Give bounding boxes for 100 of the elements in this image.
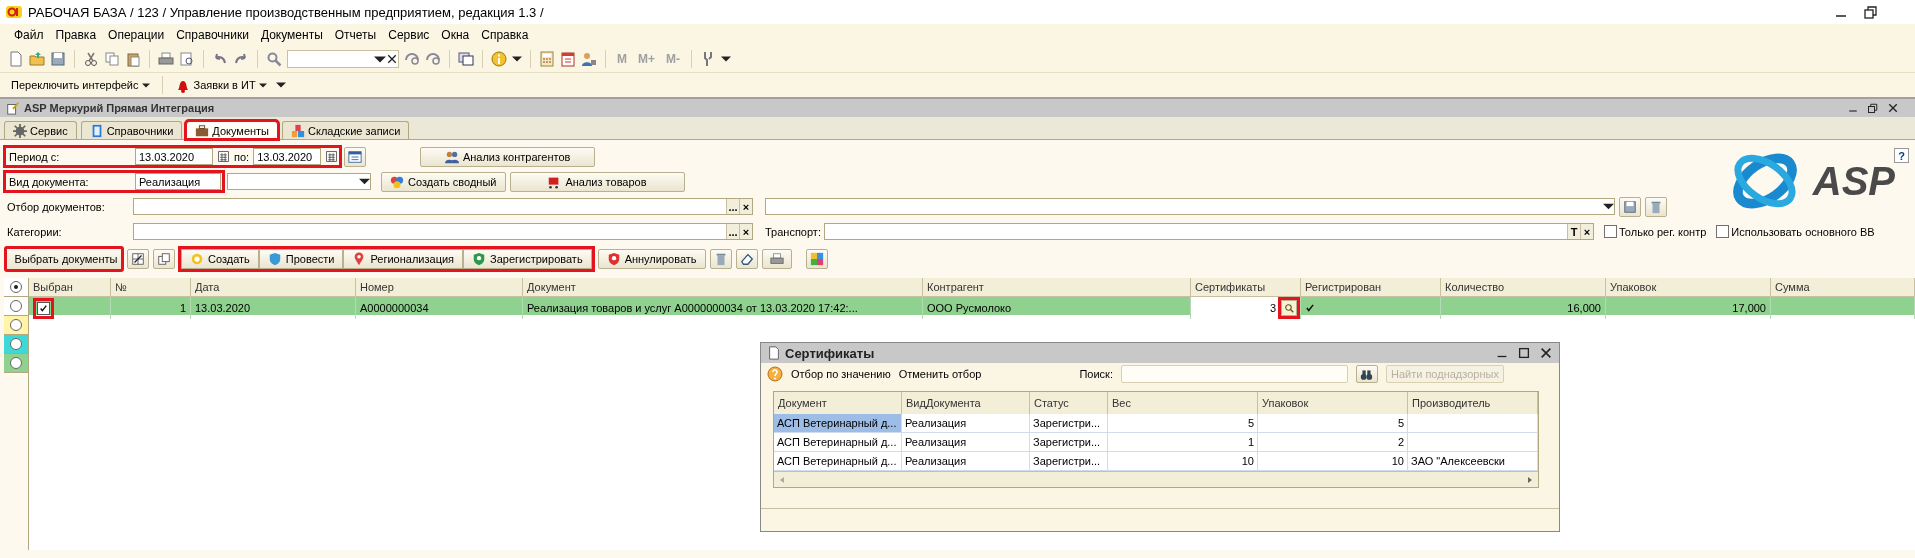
button[interactable]: Регионализация xyxy=(343,249,464,269)
column-header[interactable]: Статус xyxy=(1030,392,1108,414)
menu-item[interactable]: Правка xyxy=(55,28,97,42)
input-field[interactable]: ... × xyxy=(133,198,753,215)
toolbar-menu-button[interactable]: Заявки в ИТ xyxy=(171,77,270,93)
save-icon[interactable] xyxy=(50,51,66,67)
column-header[interactable]: Упаковок xyxy=(1258,392,1408,414)
toolbar-link[interactable]: Отбор по значению xyxy=(791,368,891,380)
toolbar-menu-button[interactable]: Переключить интерфейс xyxy=(8,79,153,91)
search-field[interactable] xyxy=(1120,365,1348,383)
close-icon[interactable] xyxy=(1887,102,1899,114)
checkbox[interactable] xyxy=(1604,225,1617,238)
calendar-icon[interactable] xyxy=(217,150,230,163)
column-header[interactable]: Номер xyxy=(356,278,523,296)
dropdown-caret-icon[interactable] xyxy=(374,55,386,63)
button[interactable]: Анализ товаров xyxy=(509,171,685,192)
column-header[interactable]: № xyxy=(111,278,191,296)
copy-icon[interactable] xyxy=(104,51,120,67)
menu-item[interactable]: Справочники xyxy=(176,28,249,42)
menu-item[interactable]: Файл xyxy=(14,28,44,42)
search-combobox[interactable] xyxy=(287,50,399,68)
color-filter[interactable] xyxy=(4,278,28,297)
column-header[interactable]: Количество xyxy=(1441,278,1606,296)
date-field[interactable]: 13.03.2020 xyxy=(253,148,322,165)
save-button[interactable] xyxy=(1619,196,1641,217)
toolbar-link[interactable]: Отменить отбор xyxy=(898,368,982,380)
caret-icon[interactable] xyxy=(512,56,522,62)
print-icon[interactable] xyxy=(158,51,174,67)
field-button[interactable]: T xyxy=(1567,224,1580,239)
cut-icon[interactable] xyxy=(83,51,99,67)
button[interactable]: Выбрать документы xyxy=(5,247,123,271)
tab[interactable]: Справочники xyxy=(80,121,183,139)
button[interactable]: Создать xyxy=(181,249,259,269)
close-icon[interactable] xyxy=(1539,346,1553,360)
column-header[interactable]: Контрагент xyxy=(923,278,1191,296)
horizontal-scrollbar[interactable] xyxy=(774,471,1538,487)
help-icon[interactable] xyxy=(767,366,783,382)
period-button[interactable] xyxy=(344,146,367,167)
restore-icon[interactable] xyxy=(1867,102,1879,114)
menu-item[interactable]: Сервис xyxy=(388,28,430,42)
paste-icon[interactable] xyxy=(125,51,141,67)
maximize-icon[interactable] xyxy=(1517,346,1531,360)
print-preview-icon[interactable] xyxy=(179,51,195,67)
column-header[interactable]: Выбран xyxy=(29,278,111,296)
windows-icon[interactable] xyxy=(458,51,474,67)
tab[interactable]: Складские записи xyxy=(282,121,410,139)
search-icon[interactable] xyxy=(266,51,282,67)
checkbox[interactable] xyxy=(1716,225,1730,238)
new-document-icon[interactable] xyxy=(8,51,24,67)
button[interactable]: Аннулировать xyxy=(597,249,706,269)
button[interactable]: Создать сводный xyxy=(381,171,506,192)
clear-button[interactable]: × xyxy=(739,199,752,214)
column-header[interactable]: Дата xyxy=(191,278,356,296)
users-icon[interactable] xyxy=(581,51,597,67)
clear-icon[interactable] xyxy=(386,53,398,65)
print-button[interactable] xyxy=(761,249,792,269)
info-icon[interactable] xyxy=(491,51,507,67)
tab[interactable]: Документы xyxy=(186,121,278,139)
menu-item[interactable]: Документы xyxy=(260,28,323,42)
date-field[interactable]: 13.03.2020 xyxy=(135,148,213,165)
column-header[interactable]: Упаковок xyxy=(1606,278,1771,296)
binoculars-button[interactable] xyxy=(1355,365,1378,383)
field-button[interactable]: ... xyxy=(726,199,739,214)
column-header[interactable]: Производитель xyxy=(1408,392,1538,414)
button[interactable]: Провести xyxy=(258,249,344,269)
menu-item[interactable]: Окна xyxy=(441,28,470,42)
puzzle-button[interactable] xyxy=(805,249,828,269)
column-header[interactable]: Документ xyxy=(523,278,923,296)
right-arrow-icon[interactable] xyxy=(1526,475,1534,484)
column-header[interactable]: ВидДокумента xyxy=(902,392,1030,414)
color-filter[interactable] xyxy=(4,316,28,335)
clear-button[interactable] xyxy=(735,249,758,269)
calendar-icon[interactable] xyxy=(325,150,339,163)
calendar-icon[interactable] xyxy=(560,51,576,67)
column-header[interactable]: Сертификаты xyxy=(1191,278,1301,296)
find-previous-icon[interactable] xyxy=(425,51,441,67)
caret-icon[interactable] xyxy=(275,82,286,88)
calculator-icon[interactable] xyxy=(539,51,555,67)
menu-item[interactable]: Справка xyxy=(481,28,529,42)
column-header[interactable]: Сумма xyxy=(1771,278,1915,296)
input-field[interactable]: ... × xyxy=(133,223,753,240)
tab[interactable]: Сервис xyxy=(4,121,77,139)
restore-icon[interactable] xyxy=(1863,4,1879,20)
menu-item[interactable]: Операции xyxy=(108,28,165,42)
caret-icon[interactable] xyxy=(721,56,731,62)
field-button[interactable]: ... xyxy=(726,224,739,239)
color-filter[interactable] xyxy=(4,335,28,354)
dropdown-field[interactable] xyxy=(765,198,1615,215)
help-button[interactable]: ? xyxy=(1894,148,1909,163)
grid-button[interactable] xyxy=(127,249,149,269)
clear-button[interactable]: × xyxy=(1580,224,1593,239)
clear-button[interactable]: × xyxy=(739,224,752,239)
menu-item[interactable]: Отчеты xyxy=(334,28,377,42)
input-field[interactable]: T × xyxy=(824,223,1594,240)
button[interactable]: Зарегистрировать xyxy=(463,249,592,269)
color-filter[interactable] xyxy=(4,297,28,316)
dropdown-field[interactable]: Реализация xyxy=(135,173,221,190)
copy-button[interactable] xyxy=(153,249,175,269)
open-folder-icon[interactable] xyxy=(29,51,45,67)
color-filter[interactable] xyxy=(4,354,28,373)
